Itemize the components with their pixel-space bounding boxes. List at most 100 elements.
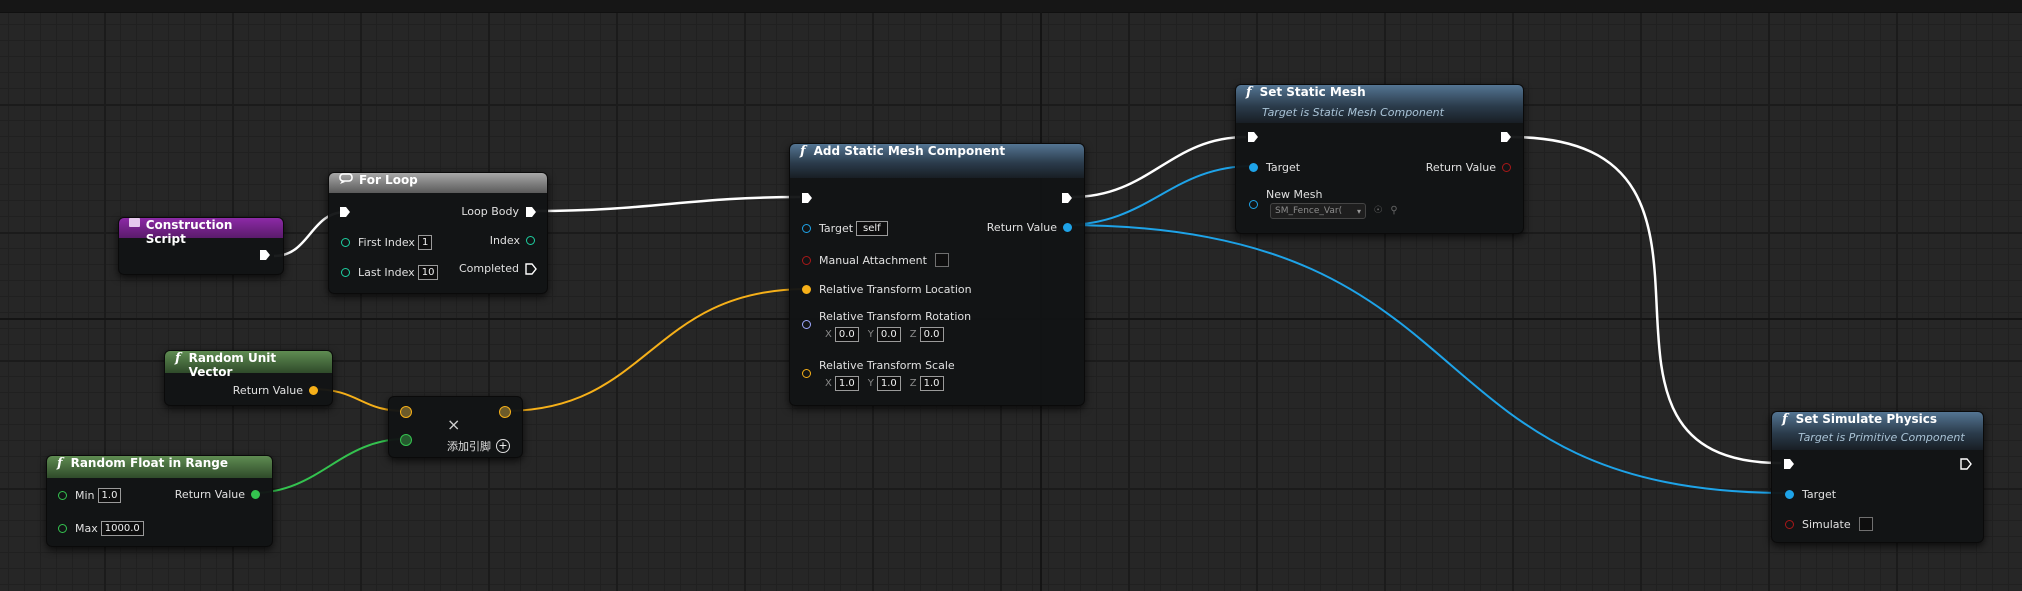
physics-exec-in-pin[interactable] [1783, 458, 1795, 470]
target-self-field[interactable]: self [856, 221, 888, 236]
wire-exec-loopbody-to-addmesh[interactable] [535, 195, 801, 213]
pin-label: Max [75, 522, 98, 535]
random-unit-vector-return-pin[interactable]: Return Value [233, 384, 318, 397]
chevron-down-icon: ▾ [1356, 206, 1361, 216]
simulate-pin[interactable]: Simulate [1785, 517, 1873, 531]
node-title: Set Simulate Physics [1795, 412, 1938, 426]
search-icon[interactable]: ⚲ [1388, 205, 1400, 217]
int-pin-icon [526, 236, 535, 245]
exec-out-icon [1501, 132, 1511, 142]
max-input[interactable]: 1000.0 [100, 521, 144, 536]
exec-out-hollow-icon [525, 262, 537, 275]
add-mesh-target-pin[interactable]: Target self [802, 221, 891, 236]
function-icon: f [1782, 412, 1788, 427]
set-static-mesh-node[interactable]: f Set Static Mesh Target is Static Mesh … [1235, 84, 1524, 234]
add-static-mesh-component-node[interactable]: f Add Static Mesh Component Target self … [789, 143, 1085, 406]
multiply-input-a-pin[interactable] [400, 406, 412, 418]
node-subtitle: Target is Static Mesh Component [1262, 106, 1444, 119]
pin-label: Min [75, 489, 95, 502]
rotation-z-input[interactable]: 0.0 [919, 327, 944, 342]
manual-attachment-checkbox[interactable] [934, 253, 949, 267]
random-float-return-pin[interactable]: Return Value [175, 488, 260, 501]
wire-vector-multiply-to-location[interactable] [504, 288, 808, 412]
construction-script-node[interactable]: Construction Script [118, 217, 284, 275]
pin-label: Relative Transform Rotation [819, 310, 972, 323]
loop-body-pin[interactable]: Loop Body [461, 205, 537, 218]
wire-object-addmesh-to-physics-target[interactable] [1063, 224, 1788, 494]
multiply-node[interactable]: × 添加引脚 + [388, 396, 523, 458]
set-static-mesh-header: f Set Static Mesh Target is Static Mesh … [1236, 85, 1523, 123]
node-subtitle: Target is Primitive Component [1798, 431, 1965, 444]
node-title: Set Static Mesh [1259, 85, 1366, 99]
random-float-header: f Random Float in Range [47, 456, 272, 478]
relative-location-pin[interactable]: Relative Transform Location [802, 283, 972, 296]
for-loop-header: For Loop [329, 173, 547, 193]
multiply-output-pin[interactable] [499, 406, 511, 418]
wire-exec-setmesh-to-physics[interactable] [1509, 135, 1782, 465]
float-pin-icon [58, 524, 67, 533]
add-mesh-exec-out-pin[interactable] [1061, 192, 1073, 204]
wire-float-random-to-multiply[interactable] [251, 438, 406, 494]
construction-exec-out-pin[interactable] [259, 249, 271, 261]
loop-icon [339, 173, 353, 184]
physics-target-pin[interactable]: Target [1785, 488, 1836, 501]
for-loop-node[interactable]: For Loop First Index 1 Last Index 10 Loo… [328, 172, 548, 294]
last-index-pin[interactable]: Last Index 10 [341, 265, 441, 280]
set-simulate-physics-node[interactable]: f Set Simulate Physics Target is Primiti… [1771, 411, 1984, 543]
bool-pin-icon [1502, 163, 1511, 172]
pin-label: Return Value [174, 488, 245, 501]
axis-x-label: X [825, 329, 832, 340]
node-title: Add Static Mesh Component [813, 144, 1006, 158]
new-mesh-dropdown[interactable]: SM_Fence_Var( ▾ [1270, 203, 1366, 219]
object-pin-icon [802, 224, 811, 233]
pin-label: Target [1266, 161, 1301, 174]
rotation-x-input[interactable]: 0.0 [834, 327, 859, 342]
scale-y-input[interactable]: 1.0 [876, 376, 901, 391]
object-pin-icon [1249, 163, 1258, 172]
random-unit-vector-node[interactable]: f Random Unit Vector Return Value [164, 350, 333, 406]
set-mesh-target-pin[interactable]: Target [1249, 161, 1300, 174]
int-pin-icon [341, 238, 350, 247]
manual-attachment-pin[interactable]: Manual Attachment [802, 253, 949, 267]
for-loop-exec-in-pin[interactable] [339, 206, 351, 218]
pin-label: Relative Transform Scale [819, 359, 955, 372]
multiply-input-b-pin[interactable] [400, 434, 412, 446]
scale-z-input[interactable]: 1.0 [919, 376, 944, 391]
set-mesh-exec-out-pin[interactable] [1500, 131, 1512, 143]
first-index-pin[interactable]: First Index 1 [341, 235, 435, 250]
exec-out-icon [260, 250, 270, 260]
set-mesh-return-value-pin[interactable]: Return Value [1426, 161, 1511, 174]
exec-out-icon [1062, 193, 1072, 203]
set-mesh-exec-in-pin[interactable] [1247, 131, 1259, 143]
random-float-in-range-node[interactable]: f Random Float in Range Min 1.0 Max 1000… [46, 455, 273, 547]
index-pin[interactable]: Index [490, 234, 535, 247]
min-input[interactable]: 1.0 [97, 488, 122, 503]
node-title: Random Unit Vector [188, 351, 277, 379]
axis-y-label: Y [867, 329, 874, 340]
add-pin-button[interactable]: 添加引脚 + [447, 438, 510, 454]
relative-rotation-pin[interactable]: Relative Transform Rotation X 0.0 Y 0.0 … [802, 310, 971, 342]
rotation-y-input[interactable]: 0.0 [876, 327, 901, 342]
pin-label: Simulate [1802, 517, 1851, 531]
wire-exec-addmesh-to-setmesh[interactable] [1071, 135, 1247, 199]
float-pin-icon [251, 490, 260, 499]
completed-pin[interactable]: Completed [459, 262, 537, 275]
first-index-input[interactable]: 1 [417, 235, 433, 250]
pin-label: Target [1802, 488, 1837, 501]
vector-pin-icon [802, 285, 811, 294]
add-mesh-return-value-pin[interactable]: Return Value [987, 221, 1072, 234]
node-title: Random Float in Range [70, 456, 228, 470]
add-mesh-exec-in-pin[interactable] [801, 192, 813, 204]
add-static-mesh-header: f Add Static Mesh Component [790, 144, 1084, 178]
relative-scale-pin[interactable]: Relative Transform Scale X 1.0 Y 1.0 Z 1… [802, 359, 955, 391]
browse-icon[interactable]: ☉ [1372, 205, 1384, 217]
vector-pin-icon [499, 406, 511, 418]
max-pin[interactable]: Max 1000.0 [58, 521, 147, 536]
axis-z-label: Z [909, 378, 917, 389]
scale-x-input[interactable]: 1.0 [834, 376, 859, 391]
random-unit-vector-header: f Random Unit Vector [165, 351, 332, 379]
simulate-checkbox[interactable] [1858, 517, 1873, 531]
min-pin[interactable]: Min 1.0 [58, 488, 124, 503]
last-index-input[interactable]: 10 [417, 265, 439, 280]
physics-exec-out-pin[interactable] [1960, 458, 1972, 470]
